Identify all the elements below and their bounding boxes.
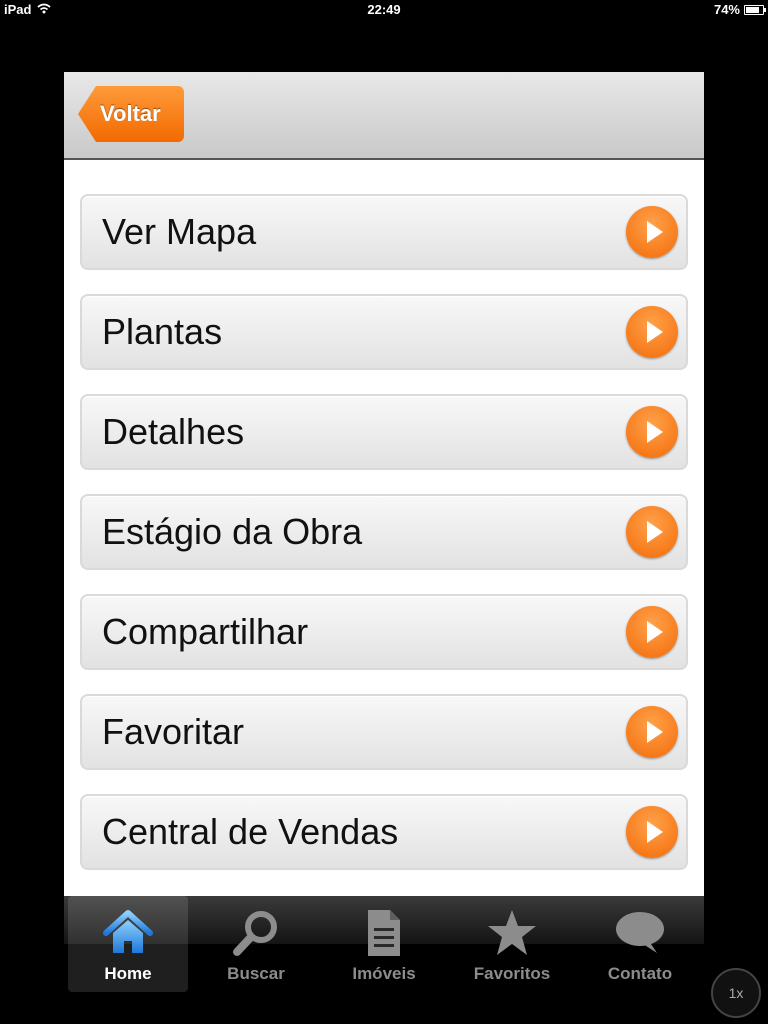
tab-label: Contato: [607, 964, 673, 983]
arrow-right-icon: [626, 406, 678, 458]
status-bar: iPad 22:49 74%: [0, 0, 768, 20]
back-button[interactable]: Voltar: [78, 86, 184, 142]
navigation-bar: Voltar: [64, 72, 704, 160]
tab-bar: Home Buscar Imóveis Favoritos Contato: [64, 896, 704, 992]
menu-item-estagio-da-obra[interactable]: Estágio da Obra: [80, 494, 688, 570]
arrow-right-icon: [626, 506, 678, 558]
tab-label: Buscar: [227, 964, 285, 983]
tab-favoritos[interactable]: Favoritos: [452, 896, 572, 992]
tab-contato[interactable]: Contato: [580, 896, 700, 992]
arrow-right-icon: [626, 806, 678, 858]
arrow-right-icon: [626, 306, 678, 358]
tab-label: Home: [104, 964, 152, 983]
menu-item-label: Compartilhar: [102, 611, 309, 652]
status-time: 22:49: [367, 2, 401, 17]
tab-home[interactable]: Home: [68, 896, 188, 992]
battery-icon: [744, 4, 766, 15]
menu-item-label: Ver Mapa: [102, 211, 257, 252]
status-right: 74%: [713, 2, 766, 17]
arrow-right-icon: [626, 206, 678, 258]
tab-label: Favoritos: [473, 964, 551, 983]
tab-imoveis[interactable]: Imóveis: [324, 896, 444, 992]
tab-label: Imóveis: [352, 964, 416, 983]
home-icon: [102, 906, 154, 960]
speech-bubble-icon: [613, 906, 667, 960]
battery-percent: 74%: [713, 2, 740, 17]
tab-buscar[interactable]: Buscar: [196, 896, 316, 992]
search-icon: [231, 906, 281, 960]
menu-item-compartilhar[interactable]: Compartilhar: [80, 594, 688, 670]
zoom-button[interactable]: 1x: [711, 968, 761, 1018]
arrow-right-icon: [626, 606, 678, 658]
star-icon: [486, 906, 538, 960]
menu-item-ver-mapa[interactable]: Ver Mapa: [80, 194, 688, 270]
menu-item-label: Detalhes: [102, 411, 245, 452]
arrow-right-icon: [626, 706, 678, 758]
menu-item-central-de-vendas[interactable]: Central de Vendas: [80, 794, 688, 870]
document-icon: [364, 906, 404, 960]
menu-item-label: Plantas: [102, 311, 223, 352]
menu-item-plantas[interactable]: Plantas: [80, 294, 688, 370]
menu-item-label: Favoritar: [102, 711, 245, 752]
app-window: Voltar Ver Mapa Plantas Detalhes Estágio…: [64, 72, 704, 944]
menu-list: Ver Mapa Plantas Detalhes Estágio da Obr…: [80, 194, 688, 894]
menu-item-detalhes[interactable]: Detalhes: [80, 394, 688, 470]
menu-item-label: Central de Vendas: [102, 811, 399, 852]
menu-item-favoritar[interactable]: Favoritar: [80, 694, 688, 770]
menu-item-label: Estágio da Obra: [102, 511, 363, 552]
